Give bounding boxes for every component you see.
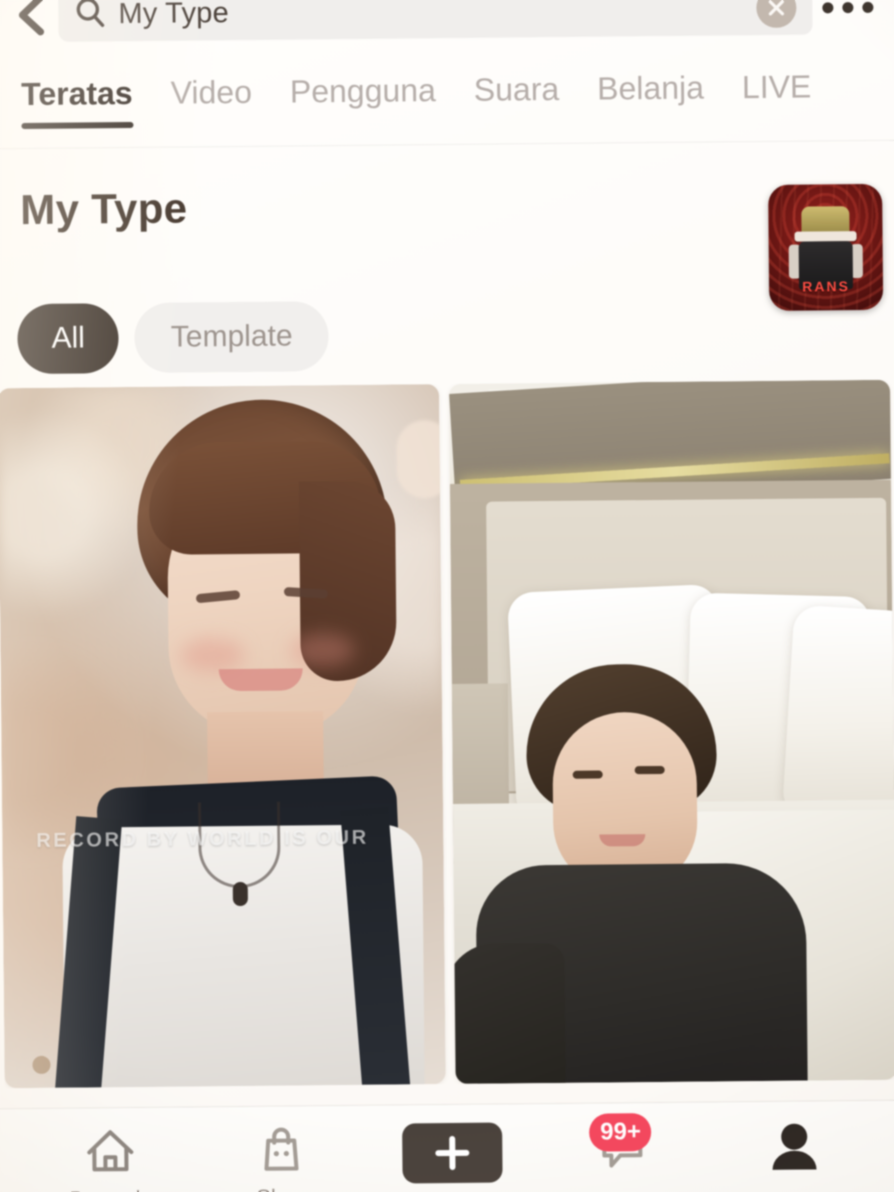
subject-arm: [448, 942, 566, 1084]
create-plus-icon[interactable]: [396, 1122, 509, 1184]
tab-label: Suara: [473, 70, 560, 108]
filter-chip-template[interactable]: Template: [134, 301, 329, 373]
dot: [841, 1, 853, 13]
chip-label: All: [51, 321, 86, 355]
more-options-icon[interactable]: [816, 1, 878, 13]
tab-label: Belanja: [597, 69, 705, 107]
search-bar: My Type: [0, 0, 894, 46]
back-chevron-icon: [13, 0, 47, 38]
status-badge: 99+: [589, 1113, 652, 1152]
tab-live[interactable]: LIVE: [723, 56, 831, 106]
subject-pendant: [232, 881, 248, 907]
video-overlay-caption: RECORD BY WORLD IS OUR: [36, 826, 369, 852]
tab-video[interactable]: Video: [151, 62, 271, 112]
dot: [821, 1, 833, 13]
page-title: My Type: [20, 184, 188, 234]
nav-item-inbox[interactable]: 99+: [537, 1113, 708, 1185]
tab-label: Pengguna: [289, 72, 436, 110]
nav-label-shop: Shop: [256, 1184, 308, 1192]
tab-label: Video: [170, 73, 253, 111]
shop-bag-icon: [255, 1124, 308, 1177]
profile-icon: [768, 1119, 821, 1174]
filter-chip-all[interactable]: All: [17, 303, 120, 375]
search-results-grid: RECORD BY WORLD IS OUR: [0, 379, 894, 1089]
tab-label: Teratas: [20, 74, 133, 113]
subject-eye-left: [572, 770, 603, 779]
pillow: [781, 604, 894, 824]
create-pink-edge: [482, 1125, 509, 1180]
tab-suara[interactable]: Suara: [455, 59, 579, 109]
clear-icon[interactable]: [756, 0, 797, 29]
home-icon: [84, 1126, 137, 1179]
dot: [861, 1, 873, 13]
tab-teratas[interactable]: Teratas: [11, 63, 152, 130]
tiktok-search-screen: My Type Teratas Video Pengguna Suara Bel…: [0, 0, 894, 1192]
search-input[interactable]: My Type: [58, 0, 813, 42]
nav-item-profile[interactable]: [708, 1119, 879, 1183]
avatar-name-label: RANS: [802, 278, 850, 295]
avatar-band: [794, 231, 857, 242]
subject-mouth: [599, 834, 646, 847]
video-result-right[interactable]: [448, 379, 894, 1084]
tab-label: LIVE: [741, 68, 812, 106]
search-query-text: My Type: [118, 0, 230, 30]
nav-item-home[interactable]: Beranda: [25, 1125, 197, 1192]
nav-label-home: Beranda: [69, 1186, 152, 1192]
create-cyan-edge: [396, 1126, 423, 1181]
back-button[interactable]: [4, 0, 56, 41]
tab-pengguna[interactable]: Pengguna: [271, 60, 455, 111]
plus-vertical: [449, 1135, 456, 1171]
avatar[interactable]: RANS: [768, 183, 884, 311]
search-tab-bar[interactable]: Teratas Video Pengguna Suara Belanja LIV…: [0, 56, 894, 151]
search-icon: [74, 0, 106, 33]
active-tab-indicator: [21, 121, 134, 130]
video-progress-dot: [32, 1055, 51, 1075]
nav-item-shop[interactable]: Shop: [196, 1124, 368, 1192]
raised-hand: [396, 419, 446, 499]
video-result-left[interactable]: RECORD BY WORLD IS OUR: [0, 384, 446, 1089]
subject-mouth: [218, 668, 303, 692]
bottom-nav-bar: Beranda Shop: [0, 1100, 894, 1192]
nav-item-create[interactable]: [367, 1122, 538, 1184]
subject-eye-right: [634, 765, 665, 775]
chip-label: Template: [170, 319, 293, 354]
tab-belanja[interactable]: Belanja: [578, 57, 723, 107]
filter-chip-row: All Template: [17, 301, 329, 375]
